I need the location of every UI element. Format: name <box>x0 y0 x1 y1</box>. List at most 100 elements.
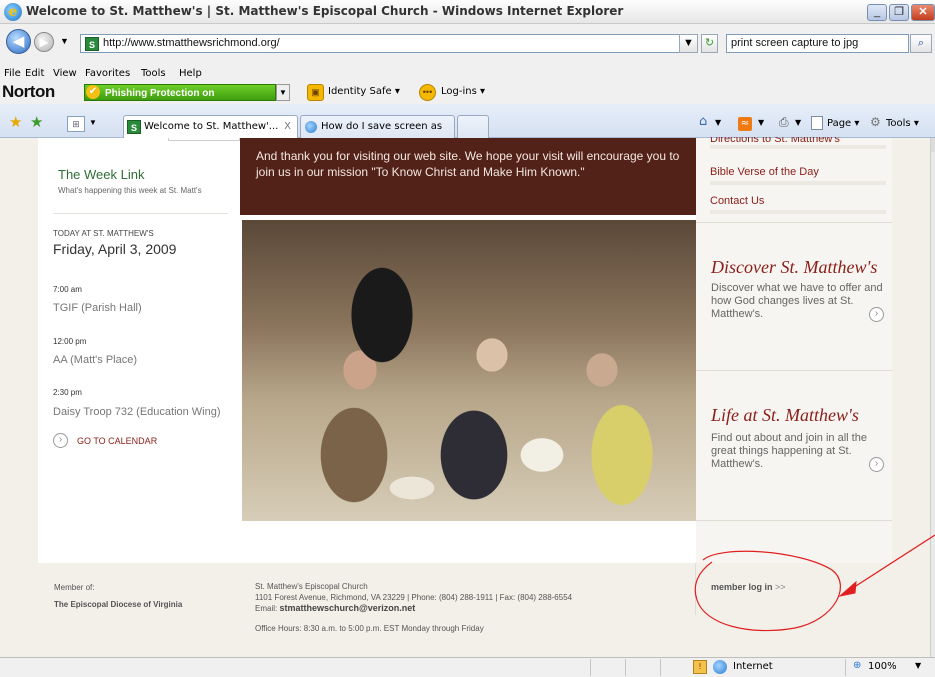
member-login-arrows: >> <box>775 582 786 592</box>
menu-help[interactable]: Help <box>179 68 202 79</box>
life-heading[interactable]: Life at St. Matthew's <box>711 405 859 426</box>
welcome-banner: And thank you for visiting our web site.… <box>240 138 696 215</box>
window-title: Welcome to St. Matthew's | St. Matthew's… <box>26 4 624 18</box>
member-of-label: Member of: <box>54 583 95 592</box>
vertical-scrollbar[interactable] <box>930 138 935 657</box>
favorites-star-icon[interactable]: ★ <box>9 113 22 131</box>
tab-favicon-icon: S <box>127 120 141 134</box>
gear-icon: ⚙ <box>870 115 881 129</box>
print-dropdown-icon[interactable]: ▼ <box>795 118 801 127</box>
life-description: Find out about and join in all the great… <box>711 432 867 470</box>
tab-list-dropdown-icon[interactable]: ▼ <box>89 118 97 127</box>
menu-file[interactable]: File <box>4 68 21 79</box>
divider <box>696 370 892 371</box>
week-link[interactable]: The Week Link <box>58 167 144 182</box>
add-favorites-icon[interactable]: ★ <box>30 113 43 131</box>
home-dropdown-icon[interactable]: ▼ <box>715 118 721 127</box>
restore-button[interactable]: ❐ <box>889 4 909 21</box>
history-dropdown-icon[interactable]: ▼ <box>60 36 69 46</box>
directions-link[interactable]: Directions to St. Matthew's <box>710 137 886 149</box>
discover-description: Discover what we have to offer and how G… <box>711 282 883 320</box>
congregation-photo <box>242 220 696 521</box>
logins-button[interactable]: Log-ins ▾ <box>441 86 485 97</box>
check-icon: ✔ <box>86 85 100 99</box>
refresh-icon[interactable]: ↻ <box>701 34 718 53</box>
globe-icon <box>305 121 317 133</box>
close-window-button[interactable]: ✕ <box>911 4 935 21</box>
bible-verse-link[interactable]: Bible Verse of the Day <box>710 166 886 185</box>
divider <box>695 563 696 615</box>
print-icon[interactable]: ⎙ <box>779 115 789 130</box>
zoom-icon[interactable]: ⊕ <box>853 660 861 671</box>
menu-view[interactable]: View <box>53 68 77 79</box>
menu-tools[interactable]: Tools <box>141 68 166 79</box>
phishing-label: Phishing Protection on <box>105 88 215 99</box>
quick-tabs-icon[interactable]: ⊞ <box>67 116 85 132</box>
email-link[interactable]: stmatthewschurch@verizon.net <box>279 603 415 613</box>
address-url: http://www.stmatthewsrichmond.org/ <box>103 37 280 49</box>
zoom-dropdown-icon[interactable]: ▼ <box>915 661 921 670</box>
back-button[interactable]: ◀ <box>6 29 31 54</box>
menu-favorites[interactable]: Favorites <box>85 68 130 79</box>
tab-how-do-i-save[interactable]: How do I save screen as jpe... <box>300 115 455 153</box>
title-bar: e Welcome to St. Matthew's | St. Matthew… <box>0 0 935 24</box>
event-time: 12:00 pm <box>53 337 87 346</box>
diocese-link[interactable]: The Episcopal Diocese of Virginia <box>54 599 182 610</box>
discover-heading[interactable]: Discover St. Matthew's <box>711 257 877 278</box>
go-to-calendar-link[interactable]: GO TO CALENDAR <box>77 436 157 446</box>
internet-zone-icon <box>713 660 727 674</box>
search-field-edge <box>168 138 240 141</box>
scroll-up-icon[interactable] <box>931 138 935 152</box>
divider <box>696 222 892 223</box>
tab-welcome[interactable]: Welcome to St. Matthew'... X <box>123 115 298 138</box>
life-arrow-icon[interactable]: › <box>869 457 884 472</box>
phishing-protection-button[interactable]: Phishing Protection on <box>84 84 276 101</box>
home-icon[interactable]: ⌂ <box>699 114 707 129</box>
calendar-arrow-icon[interactable]: › <box>53 433 68 448</box>
tab-close-icon[interactable]: X <box>284 116 291 137</box>
minimize-button[interactable]: _ <box>867 4 887 21</box>
menu-edit[interactable]: Edit <box>25 68 44 79</box>
identity-safe-button[interactable]: Identity Safe ▾ <box>328 86 400 97</box>
today-label: TODAY AT ST. MATTHEW'S <box>53 229 154 238</box>
new-tab-button[interactable] <box>457 115 489 138</box>
address-input[interactable]: http://www.stmatthewsrichmond.org/ <box>80 34 697 53</box>
page-menu-button[interactable]: Page ▾ <box>827 118 859 129</box>
event-name: Daisy Troop 732 (Education Wing) <box>53 406 221 418</box>
forward-button[interactable]: ▶ <box>34 32 54 52</box>
tools-menu-button[interactable]: Tools ▾ <box>886 118 919 129</box>
office-hours: Office Hours: 8:30 a.m. to 5:00 p.m. EST… <box>255 624 484 633</box>
search-input[interactable]: print screen capture to jpg <box>726 34 909 53</box>
member-login-link[interactable]: member log in >> <box>711 582 786 592</box>
norton-logo: Norton <box>2 82 55 101</box>
discover-arrow-icon[interactable]: › <box>869 307 884 322</box>
divider <box>53 213 228 214</box>
church-address: 1101 Forest Avenue, Richmond, VA 23229 |… <box>255 593 573 602</box>
event-name: TGIF (Parish Hall) <box>53 302 142 314</box>
search-icon[interactable]: ⌕ <box>910 34 932 53</box>
search-value: print screen capture to jpg <box>731 37 859 49</box>
event-time: 7:00 am <box>53 285 82 294</box>
member-login-label: member log in <box>711 582 773 592</box>
zoom-level[interactable]: 100% <box>868 661 897 672</box>
welcome-message: And thank you for visiting our web site.… <box>256 149 680 179</box>
page-footer: Member of: The Episcopal Diocese of Virg… <box>38 563 892 657</box>
left-column: The Week Link What's happening this week… <box>38 138 240 563</box>
week-link-subtitle: What's happening this week at St. Matt's <box>58 186 202 195</box>
ie-logo-icon: e <box>4 3 22 21</box>
site-favicon-icon: S <box>85 37 99 51</box>
church-name: St. Matthew's Episcopal Church <box>255 582 368 591</box>
rss-feed-icon[interactable]: ≈ <box>738 117 752 131</box>
security-shield-icon[interactable]: ! <box>693 660 707 674</box>
address-dropdown-button[interactable]: ▼ <box>679 34 698 53</box>
tab-welcome-label: Welcome to St. Matthew'... <box>144 121 279 132</box>
feeds-dropdown-icon[interactable]: ▼ <box>758 118 764 127</box>
contact-us-link[interactable]: Contact Us <box>710 195 886 214</box>
identity-safe-icon: ▣ <box>307 84 324 101</box>
today-date: Friday, April 3, 2009 <box>53 241 177 257</box>
logins-icon: ••• <box>419 84 436 101</box>
divider <box>696 520 892 521</box>
event-time: 2:30 pm <box>53 388 82 397</box>
page-icon <box>811 116 823 130</box>
phishing-dropdown-icon[interactable]: ▼ <box>276 84 290 101</box>
